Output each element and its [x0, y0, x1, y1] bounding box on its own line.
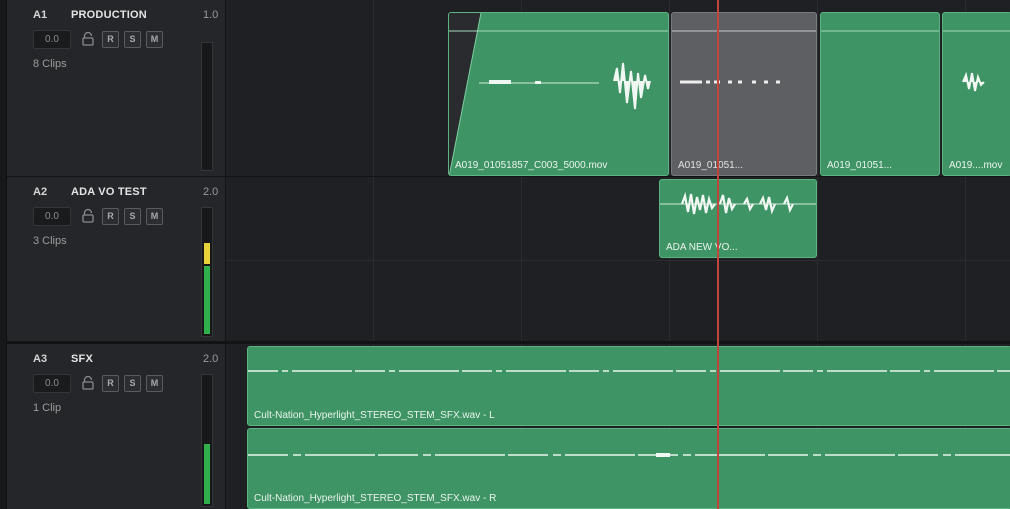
playhead[interactable]: [717, 0, 719, 509]
audio-clip[interactable]: A019....mov: [942, 12, 1010, 176]
mute-button[interactable]: M: [146, 375, 163, 392]
clip-name: A019....mov: [949, 160, 1003, 171]
track-header-a1[interactable]: A1 PRODUCTION 1.0 0.0 R S M 8 Clips: [7, 0, 226, 177]
lane-divider: [226, 260, 1010, 261]
track-lane-a2[interactable]: [226, 177, 1010, 344]
lock-icon[interactable]: [81, 208, 95, 224]
audio-clip[interactable]: ADA NEW VO...: [659, 179, 817, 258]
audio-clip[interactable]: A019_01051...: [820, 12, 940, 176]
track-clip-count: 8 Clips: [33, 58, 67, 70]
clip-waveform: [943, 30, 1010, 92]
audio-clip-left[interactable]: Cult-Nation_Hyperlight_STEREO_STEM_SFX.w…: [247, 346, 1010, 426]
track-clip-count: 3 Clips: [33, 235, 67, 247]
clip-waveform: [672, 30, 816, 84]
solo-button[interactable]: S: [124, 375, 141, 392]
track-volume-field[interactable]: 0.0: [33, 30, 71, 49]
track-color-strip: [0, 0, 7, 509]
mute-button[interactable]: M: [146, 208, 163, 225]
audio-clip[interactable]: A019_01051...: [671, 12, 817, 176]
meter-level-yellow: [204, 243, 210, 264]
track-header-a2[interactable]: A2 ADA VO TEST 2.0 0.0 R S M 3 Clips: [7, 177, 226, 344]
clip-waveform: [821, 30, 939, 32]
audio-clip-right[interactable]: Cult-Nation_Hyperlight_STEREO_STEM_SFX.w…: [247, 428, 1010, 509]
meter-level-green: [204, 266, 210, 334]
lock-icon[interactable]: [81, 375, 95, 391]
track-name[interactable]: ADA VO TEST: [71, 186, 147, 198]
audio-level-meter: [201, 374, 213, 507]
track-volume-field[interactable]: 0.0: [33, 207, 71, 226]
track-id: A2: [33, 186, 48, 198]
clip-waveform: [449, 13, 668, 175]
clip-name: A019_01051857_C003_5000.mov: [455, 160, 608, 171]
clip-name: A019_01051...: [827, 160, 893, 171]
clip-name: A019_01051...: [678, 160, 744, 171]
meter-level-green: [204, 444, 210, 504]
solo-button[interactable]: S: [124, 31, 141, 48]
audio-clip[interactable]: A019_01051857_C003_5000.mov: [448, 12, 669, 176]
track-name[interactable]: PRODUCTION: [71, 9, 147, 21]
track-id: A3: [33, 353, 48, 365]
track-volume-field[interactable]: 0.0: [33, 374, 71, 393]
timeline-area[interactable]: A019_01051857_C003_5000.mov A019_01051..…: [226, 0, 1010, 509]
track-channel-level: 2.0: [203, 186, 219, 198]
solo-button[interactable]: S: [124, 208, 141, 225]
audio-level-meter: [201, 207, 213, 337]
lock-icon[interactable]: [81, 31, 95, 47]
track-id: A1: [33, 9, 48, 21]
record-arm-button[interactable]: R: [102, 208, 119, 225]
track-header-a3[interactable]: A3 SFX 2.0 0.0 R S M 1 Clip: [7, 344, 226, 509]
audio-level-meter: [201, 42, 213, 171]
mute-button[interactable]: M: [146, 31, 163, 48]
track-name[interactable]: SFX: [71, 353, 93, 365]
track-channel-level: 1.0: [203, 9, 219, 21]
track-clip-count: 1 Clip: [33, 402, 62, 414]
track-channel-level: 2.0: [203, 353, 219, 365]
clip-name: Cult-Nation_Hyperlight_STEREO_STEM_SFX.w…: [254, 493, 497, 504]
audio-timeline-window: A1 PRODUCTION 1.0 0.0 R S M 8 Clips A2 A…: [0, 0, 1010, 509]
clip-name: Cult-Nation_Hyperlight_STEREO_STEM_SFX.w…: [254, 410, 495, 421]
clip-name: ADA NEW VO...: [666, 242, 738, 253]
record-arm-button[interactable]: R: [102, 31, 119, 48]
record-arm-button[interactable]: R: [102, 375, 119, 392]
